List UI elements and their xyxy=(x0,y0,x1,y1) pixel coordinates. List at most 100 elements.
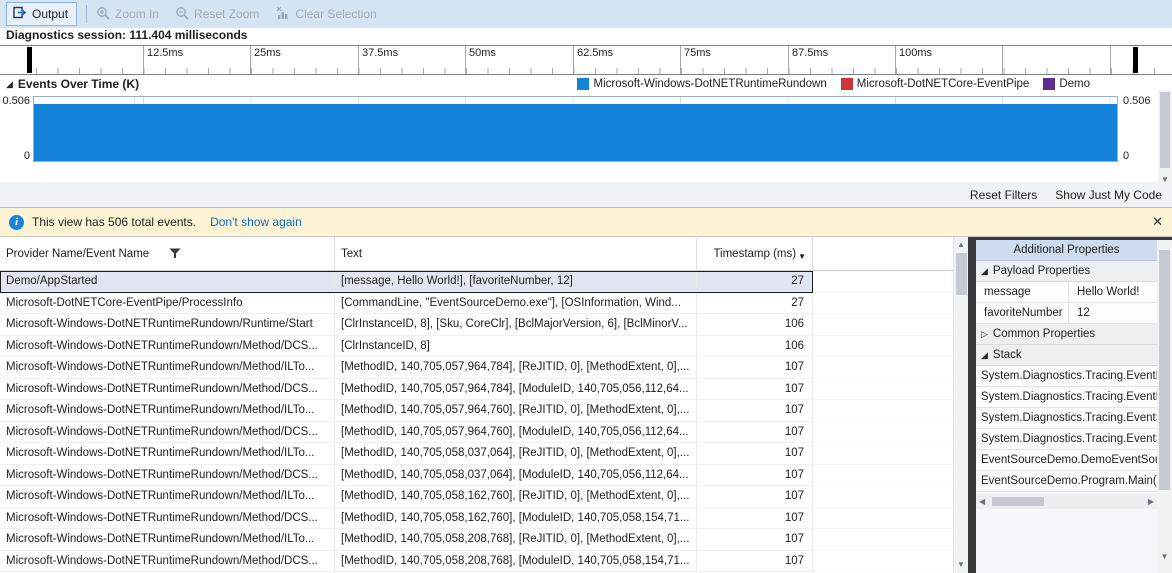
show-just-my-code-link[interactable]: Show Just My Code xyxy=(1055,188,1162,202)
table-row[interactable]: Microsoft-Windows-DotNETRuntimeRundown/M… xyxy=(0,486,953,508)
cell-timestamp: 107 xyxy=(697,378,813,399)
column-header-label: Provider Name/Event Name xyxy=(6,247,150,260)
ruler-minor-ticks xyxy=(36,68,1172,74)
legend-swatch-blue xyxy=(577,78,590,90)
cell-timestamp: 27 xyxy=(697,292,813,313)
legend-swatch-purple xyxy=(1043,78,1056,90)
table-row[interactable]: Microsoft-Windows-DotNETRuntimeRundown/M… xyxy=(0,400,953,422)
column-header-timestamp[interactable]: Timestamp (ms) ▼ xyxy=(697,237,813,270)
chart-legend: Microsoft-Windows-DotNETRuntimeRundown M… xyxy=(577,78,1090,90)
clear-selection-button[interactable]: Clear Selection xyxy=(275,6,377,23)
timeline-ruler[interactable]: 12.5ms 25ms 37.5ms 50ms 62.5ms 75ms 87.5… xyxy=(0,45,1172,75)
scrollbar-thumb[interactable] xyxy=(1160,92,1170,168)
toolbar-separator xyxy=(86,5,88,23)
property-row[interactable]: message Hello World! xyxy=(976,282,1157,303)
stack-expander[interactable]: ◢ Stack xyxy=(976,345,1157,366)
y-axis-min-left: 0 xyxy=(23,150,30,162)
table-row[interactable]: Microsoft-Windows-DotNETRuntimeRundown/M… xyxy=(0,335,953,357)
scrollbar-left-arrow-icon[interactable]: ◀ xyxy=(979,497,985,506)
expander-label: Common Properties xyxy=(992,328,1096,340)
stack-frame[interactable]: System.Diagnostics.Tracing.EventPro xyxy=(976,387,1157,408)
table-row[interactable]: Microsoft-Windows-DotNETRuntimeRundown/M… xyxy=(0,529,953,551)
cell-provider: Microsoft-Windows-DotNETRuntimeRundown/M… xyxy=(0,400,335,421)
column-header-text[interactable]: Text xyxy=(335,237,697,270)
legend-label: Demo xyxy=(1059,78,1090,90)
table-row[interactable]: Microsoft-Windows-DotNETRuntimeRundown/M… xyxy=(0,357,953,379)
cell-text: [MethodID, 140,705,058,037,064], [ReJITI… xyxy=(335,443,697,464)
cell-text: [CommandLine, "EventSourceDemo.exe"], [O… xyxy=(335,292,697,313)
cell-timestamp: 106 xyxy=(697,314,813,335)
cell-text: [ClrInstanceID, 8], [Sku, CoreClr], [Bcl… xyxy=(335,314,697,335)
output-label: Output xyxy=(32,7,69,21)
splitter[interactable] xyxy=(968,237,976,573)
cell-timestamp: 107 xyxy=(697,357,813,378)
cell-provider: Microsoft-Windows-DotNETRuntimeRundown/R… xyxy=(0,314,335,335)
cell-text: [MethodID, 140,705,058,208,768], [Module… xyxy=(335,550,697,571)
common-properties-expander[interactable]: ▷ Common Properties xyxy=(976,324,1157,345)
cell-timestamp: 107 xyxy=(697,400,813,421)
scrollbar-thumb[interactable] xyxy=(1159,250,1170,490)
info-text: This view has 506 total events. xyxy=(32,215,197,229)
table-row[interactable]: Microsoft-Windows-DotNETRuntimeRundown/M… xyxy=(0,507,953,529)
panel-title: Additional Properties xyxy=(976,240,1157,261)
filter-funnel-icon[interactable] xyxy=(169,248,181,259)
legend-swatch-red xyxy=(840,78,853,90)
cell-timestamp: 107 xyxy=(697,486,813,507)
expander-label: Stack xyxy=(992,349,1022,361)
clear-selection-label: Clear Selection xyxy=(295,7,377,21)
additional-properties-panel: Additional Properties ◢ Payload Properti… xyxy=(976,240,1157,573)
table-header-row: Provider Name/Event Name Text Timestamp … xyxy=(0,237,953,271)
table-row[interactable]: Microsoft-Windows-DotNETRuntimeRundown/M… xyxy=(0,443,953,465)
stack-frame[interactable]: System.Diagnostics.Tracing.EventPip xyxy=(976,366,1157,387)
payload-properties-expander[interactable]: ◢ Payload Properties xyxy=(976,261,1157,282)
events-over-time-chart[interactable] xyxy=(33,96,1118,162)
scrollbar-right-arrow-icon[interactable]: ▶ xyxy=(1148,497,1154,506)
table-row[interactable]: Microsoft-DotNETCore-EventPipe/ProcessIn… xyxy=(0,292,953,314)
cell-provider: Microsoft-Windows-DotNETRuntimeRundown/M… xyxy=(0,486,335,507)
table-row[interactable]: Microsoft-Windows-DotNETRuntimeRundown/M… xyxy=(0,550,953,572)
stack-frame[interactable]: System.Diagnostics.Tracing.EventSou xyxy=(976,429,1157,450)
zoom-in-button[interactable]: Zoom In xyxy=(96,6,159,23)
scrollbar-down-arrow-icon[interactable]: ▼ xyxy=(954,559,968,571)
scrollbar-down-arrow-icon[interactable]: ▼ xyxy=(1157,551,1172,563)
stack-frame[interactable]: EventSourceDemo.Program.Main(Sy xyxy=(976,471,1157,492)
selection-start-marker[interactable] xyxy=(27,47,32,73)
column-header-label: Text xyxy=(341,247,363,260)
selection-end-marker[interactable] xyxy=(1133,47,1138,73)
chart-expander-icon[interactable]: ◢ xyxy=(6,79,13,90)
property-row[interactable]: favoriteNumber 12 xyxy=(976,303,1157,324)
panel-horizontal-scrollbar[interactable]: ◀ ▶ xyxy=(976,494,1157,509)
table-row[interactable]: Microsoft-Windows-DotNETRuntimeRundown/M… xyxy=(0,464,953,486)
legend-item: Demo xyxy=(1043,78,1090,90)
table-row[interactable]: Microsoft-Windows-DotNETRuntimeRundown/R… xyxy=(0,314,953,336)
dont-show-again-link[interactable]: Don't show again xyxy=(210,215,302,229)
stack-frame[interactable]: EventSourceDemo.DemoEventSourc xyxy=(976,450,1157,471)
scrollbar-thumb[interactable] xyxy=(956,253,967,295)
cell-text: [MethodID, 140,705,057,964,784], [Module… xyxy=(335,378,697,399)
cell-text: [message, Hello World!], [favoriteNumber… xyxy=(335,271,697,292)
legend-item: Microsoft-DotNETCore-EventPipe xyxy=(840,78,1029,90)
events-table: Provider Name/Event Name Text Timestamp … xyxy=(0,237,953,573)
table-row[interactable]: Microsoft-Windows-DotNETRuntimeRundown/M… xyxy=(0,421,953,443)
close-icon[interactable]: ✕ xyxy=(1152,214,1163,230)
scrollbar-thumb[interactable] xyxy=(992,497,1045,506)
collapsed-icon: ▷ xyxy=(981,328,988,339)
reset-zoom-button[interactable]: Reset Zoom xyxy=(175,6,259,23)
reset-zoom-icon xyxy=(175,6,189,23)
table-row[interactable]: Demo/AppStarted [message, Hello World!], … xyxy=(0,271,953,293)
cell-text: [MethodID, 140,705,058,037,064], [Module… xyxy=(335,464,697,485)
scrollbar-up-arrow-icon[interactable]: ▲ xyxy=(954,239,968,251)
stack-frame[interactable]: System.Diagnostics.Tracing.EventSou xyxy=(976,408,1157,429)
output-button[interactable]: Output xyxy=(6,2,78,26)
y-axis-min-right: 0 xyxy=(1123,150,1130,162)
column-header-provider[interactable]: Provider Name/Event Name xyxy=(0,237,335,270)
reset-filters-link[interactable]: Reset Filters xyxy=(970,188,1037,202)
cell-timestamp: 107 xyxy=(697,529,813,550)
table-vertical-scrollbar[interactable]: ▲ ▼ xyxy=(953,237,968,573)
table-row[interactable]: Microsoft-Windows-DotNETRuntimeRundown/M… xyxy=(0,378,953,400)
chart-vertical-scrollbar[interactable]: ▼ xyxy=(1158,90,1172,187)
cell-timestamp: 107 xyxy=(697,443,813,464)
panel-vertical-scrollbar[interactable]: ▼ xyxy=(1157,240,1172,573)
cell-text: [ClrInstanceID, 8] xyxy=(335,335,697,356)
cell-text: [MethodID, 140,705,058,162,760], [Module… xyxy=(335,507,697,528)
